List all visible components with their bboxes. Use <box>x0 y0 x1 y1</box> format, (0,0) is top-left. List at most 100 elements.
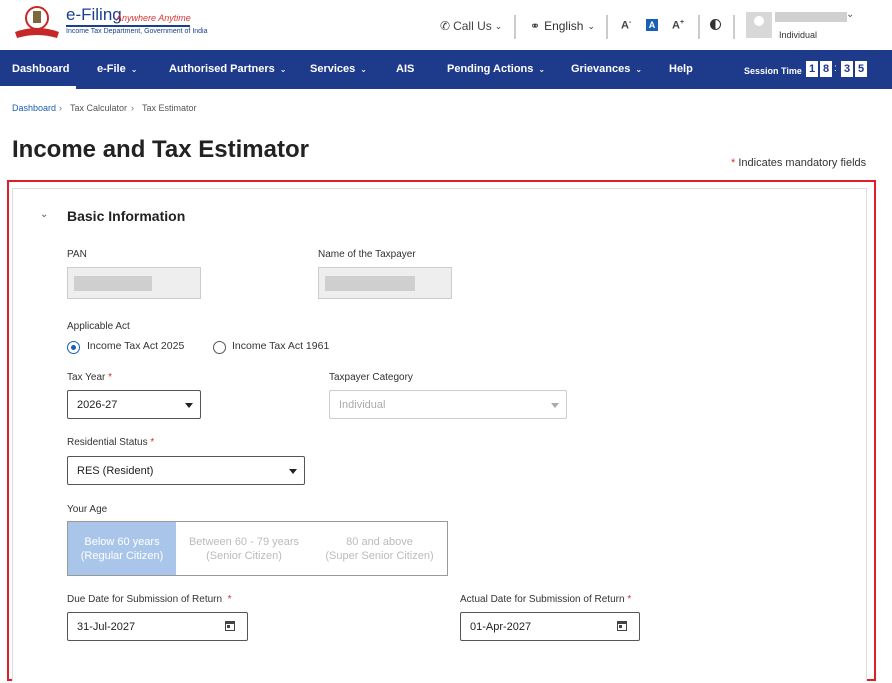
caret-down-icon <box>289 469 297 474</box>
breadcrumb-tax-estimator: Tax Estimator <box>142 103 197 113</box>
header-divider <box>733 15 735 39</box>
age-option-line2: (Super Senior Citizen) <box>325 549 434 562</box>
chevron-down-icon: ⌄ <box>494 20 503 31</box>
act-1961-label[interactable]: Income Tax Act 1961 <box>232 340 329 352</box>
age-option-line1: Between 60 - 79 years <box>188 535 300 548</box>
nav-label: Grievances <box>571 63 631 75</box>
pan-label: PAN <box>67 249 87 260</box>
act-2025-label[interactable]: Income Tax Act 2025 <box>87 340 184 352</box>
session-digit: 5 <box>855 61 867 77</box>
nav-active-indicator <box>0 86 76 89</box>
age-label: Your Age <box>67 504 108 515</box>
calendar-icon[interactable] <box>617 621 627 631</box>
logo-tagline: Anywhere Anytime <box>116 13 191 23</box>
due-date-value: 31-Jul-2027 <box>77 621 136 633</box>
nav-label: e-File <box>97 63 126 75</box>
tax-year-value: 2026-27 <box>77 399 118 411</box>
act-2025-radio[interactable] <box>67 341 80 354</box>
age-option-line2: (Senior Citizen) <box>206 549 282 562</box>
chevron-down-icon[interactable]: ⌄ <box>40 209 48 220</box>
avatar[interactable] <box>746 12 772 38</box>
font-decrease-label: A <box>621 19 629 32</box>
user-role: Individual <box>779 30 818 40</box>
actual-date-value: 01-Apr-2027 <box>470 621 532 633</box>
age-80-above-option[interactable]: 80 and above (Super Senior Citizen) <box>312 522 447 575</box>
nav-services[interactable]: Services ⌄ <box>310 63 367 75</box>
residential-status-value: RES (Resident) <box>77 465 154 477</box>
header-divider <box>606 15 608 39</box>
caret-down-icon <box>185 403 193 408</box>
session-colon: : <box>834 63 837 74</box>
nav-label: Services <box>310 63 356 75</box>
logo-title[interactable]: e-Filing <box>66 5 122 25</box>
tax-year-label-text: Tax Year <box>67 372 106 383</box>
nav-authorised-partners[interactable]: Authorised Partners ⌄ <box>169 63 286 75</box>
chevron-down-icon: ⌄ <box>538 65 546 74</box>
age-option-line1: Below 60 years <box>84 535 160 548</box>
age-option-line2: (Regular Citizen) <box>80 549 164 562</box>
act-1961-radio[interactable] <box>213 341 226 354</box>
age-60-79-option[interactable]: Between 60 - 79 years (Senior Citizen) <box>176 522 312 575</box>
breadcrumb-tax-calculator[interactable]: Tax Calculator <box>70 103 127 113</box>
nav-ais[interactable]: AIS <box>396 63 414 75</box>
contrast-toggle-icon[interactable] <box>710 19 721 30</box>
nav-label: AIS <box>396 63 415 75</box>
phone-icon: ✆ <box>440 19 451 33</box>
chevron-down-icon[interactable]: ⌄ <box>846 9 854 20</box>
chevron-down-icon: ⌄ <box>360 65 367 74</box>
taxpayer-category-label: Taxpayer Category <box>329 372 413 383</box>
nav-pending-actions[interactable]: Pending Actions ⌄ <box>447 63 545 75</box>
nav-dashboard[interactable]: Dashboard <box>12 63 69 75</box>
font-normal-button[interactable]: A <box>646 19 658 31</box>
nav-help[interactable]: Help <box>669 63 693 75</box>
session-digit: 1 <box>806 61 818 77</box>
actual-date-label: Actual Date for Submission of Return * <box>460 594 632 605</box>
username-masked[interactable] <box>775 12 847 22</box>
mandatory-note-text: Indicates mandatory fields <box>738 157 867 169</box>
section-title[interactable]: Basic Information <box>67 208 185 224</box>
language-label: English <box>544 19 584 33</box>
nav-label: Authorised Partners <box>169 63 275 75</box>
session-time-label: Session Time <box>744 66 802 76</box>
nav-grievances[interactable]: Grievances ⌄ <box>571 63 642 75</box>
residential-status-select[interactable]: RES (Resident) <box>67 456 305 485</box>
nav-label: Dashboard <box>12 63 70 75</box>
due-date-label: Due Date for Submission of Return * <box>67 594 232 605</box>
tax-year-label: Tax Year * <box>67 372 113 383</box>
call-us-menu[interactable]: ✆ Call Us ⌄ <box>440 19 502 33</box>
breadcrumb-dashboard[interactable]: Dashboard <box>12 103 56 113</box>
age-below-60-option[interactable]: Below 60 years (Regular Citizen) <box>68 522 176 575</box>
actual-date-label-text: Actual Date for Submission of Return <box>460 594 625 605</box>
taxpayer-name-field <box>318 267 452 299</box>
header-divider <box>698 15 700 39</box>
taxpayer-name-label: Name of the Taxpayer <box>318 249 416 260</box>
actual-date-input[interactable]: 01-Apr-2027 <box>460 612 640 641</box>
due-date-input[interactable]: 31-Jul-2027 <box>67 612 248 641</box>
calendar-icon[interactable] <box>225 621 235 631</box>
residential-status-label-text: Residential Status <box>67 437 148 448</box>
nav-efile[interactable]: e-File ⌄ <box>97 63 137 75</box>
site-header: e-Filing Anywhere Anytime Income Tax Dep… <box>0 0 892 50</box>
font-decrease-button[interactable]: A- <box>621 19 631 32</box>
chevron-down-icon: ⌄ <box>279 65 287 74</box>
pan-field <box>67 267 201 299</box>
session-digit: 8 <box>820 61 832 77</box>
page-title: Income and Tax Estimator <box>12 136 309 163</box>
applicable-act-label: Applicable Act <box>67 321 130 332</box>
font-increase-label: A <box>672 19 680 32</box>
chevron-down-icon: ⌄ <box>635 65 643 74</box>
call-us-label: Call Us <box>453 19 492 33</box>
taxpayer-category-select: Individual <box>329 390 567 419</box>
language-selector[interactable]: ⚭ English ⌄ <box>530 19 595 33</box>
taxpayer-category-value: Individual <box>339 399 386 411</box>
nav-label: Pending Actions <box>447 63 534 75</box>
chevron-right-icon: › <box>59 103 62 113</box>
mandatory-note: * Indicates mandatory fields <box>731 157 867 169</box>
tax-year-select[interactable]: 2026-27 <box>67 390 201 419</box>
chevron-right-icon: › <box>131 103 134 113</box>
globe-icon: ⚭ <box>530 19 541 33</box>
logo-divider <box>66 25 190 27</box>
font-increase-button[interactable]: A+ <box>672 19 684 32</box>
header-divider <box>514 15 516 39</box>
income-tax-emblem-icon[interactable] <box>13 4 61 40</box>
